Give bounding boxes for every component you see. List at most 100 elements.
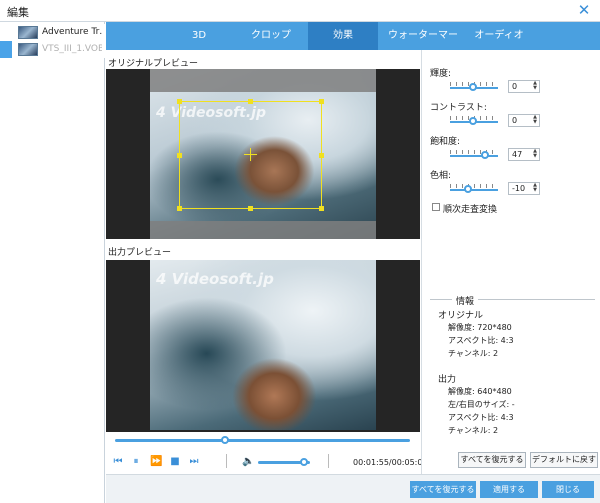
divider [430, 299, 452, 300]
skip-forward-icon[interactable]: ⏭ [188, 456, 200, 468]
slider-knob[interactable] [469, 117, 477, 125]
footer-restore-all-button[interactable]: すべてを復元する [410, 481, 476, 498]
seek-bar[interactable] [115, 439, 410, 442]
pause-icon[interactable]: ⏸ [130, 456, 142, 468]
window-title: 編集 [7, 6, 29, 19]
slider-knob[interactable] [481, 151, 489, 159]
tab-audio[interactable]: オーディオ [468, 22, 530, 50]
deinterlace-label: 順次走査変換 [443, 205, 498, 215]
stop-icon[interactable]: ■ [169, 456, 181, 468]
brightness-label: 輝度: [430, 69, 452, 79]
crop-handle[interactable] [319, 153, 324, 158]
tab-3d[interactable]: 3D [171, 22, 227, 50]
video-thumbnail [18, 26, 38, 39]
tab-bar: 3D クロップ 効果 ウォーターマーク オーディオ [106, 22, 600, 69]
crop-handle[interactable] [177, 206, 182, 211]
brightness-spinbox[interactable]: 0 ▲ ▼ [508, 80, 540, 93]
saturation-label: 飽和度: [430, 137, 461, 147]
crop-handle[interactable] [319, 99, 324, 104]
volume-thumb[interactable] [299, 458, 308, 466]
brightness-value: 0 [512, 82, 518, 91]
info-title: 情報 [454, 294, 477, 307]
info-output-channel: チャンネル: 2 [448, 426, 499, 435]
original-preview-label: オリジナルプレビュー [108, 59, 199, 69]
spin-arrows-icon[interactable]: ▲ ▼ [531, 115, 539, 126]
separator [226, 454, 227, 468]
info-output-title: 出力 [438, 375, 457, 385]
crop-mask-bottom [150, 221, 376, 239]
file-name: VTS_III_1.VOB [42, 44, 102, 54]
saturation-slider[interactable] [450, 148, 498, 162]
crop-handle[interactable] [319, 206, 324, 211]
slider-knob[interactable] [469, 83, 477, 91]
crop-handle[interactable] [248, 99, 253, 104]
saturation-spinbox[interactable]: 47 ▲ ▼ [508, 148, 540, 161]
contrast-label: コントラスト: [430, 103, 487, 113]
crop-handle[interactable] [177, 153, 182, 158]
hue-slider[interactable] [450, 182, 498, 196]
divider [478, 299, 595, 300]
info-original-channel: チャンネル: 2 [448, 349, 499, 358]
spin-arrows-icon[interactable]: ▲ ▼ [531, 81, 539, 92]
restore-all-button[interactable]: すべてを復元する [458, 452, 526, 468]
deinterlace-checkbox[interactable] [432, 203, 440, 211]
time-display: 00:01:55/00:05:07 [353, 458, 428, 467]
contrast-slider[interactable] [450, 114, 498, 128]
info-output-resolution: 解像度: 640*480 [448, 387, 512, 396]
info-original-aspect: アスペクト比: 4:3 [448, 336, 514, 345]
saturation-value: 47 [512, 150, 523, 159]
slider-track [450, 155, 498, 157]
hue-label: 色相: [430, 171, 452, 181]
title-bar: 編集 ✕ [0, 0, 600, 22]
info-output-aspect: アスペクト比: 4:3 [448, 413, 514, 422]
info-original-resolution: 解像度: 720*480 [448, 323, 512, 332]
selection-marker [0, 41, 12, 58]
original-video-frame: 4 Videosoft.jp [150, 69, 376, 239]
contrast-spinbox[interactable]: 0 ▲ ▼ [508, 114, 540, 127]
footer-bar: すべてを復元する 適用する 閉じる [106, 474, 600, 503]
effects-panel: 輝度: 0 ▲ ▼ コントラスト: 0 ▲ ▼ 飽和度: 47 ▲ ▼ 色相: -10… [421, 50, 600, 474]
separator [328, 454, 329, 468]
output-preview: 4 Videosoft.jp [106, 260, 420, 432]
file-list: Adventure Tr… VTS_III_1.VOB [0, 22, 105, 503]
crop-mask-top [150, 69, 376, 92]
file-name: Adventure Tr… [42, 27, 102, 37]
slider-knob[interactable] [464, 185, 472, 193]
volume-icon[interactable]: 🔈 [242, 456, 254, 468]
info-output-border: 左/右目のサイズ: - [448, 400, 515, 409]
slider-ticks [450, 184, 498, 188]
crop-handle[interactable] [248, 206, 253, 211]
playback-controls: ⏮ ⏸ ⏩ ■ ⏭ 🔈 00:01:55/00:05:07 [106, 432, 428, 474]
selection-marker [0, 24, 12, 41]
original-preview: 4 Videosoft.jp [106, 69, 420, 239]
tab-crop[interactable]: クロップ [241, 22, 301, 50]
watermark-text: 4 Videosoft.jp [156, 270, 274, 288]
seek-thumb[interactable] [221, 436, 230, 444]
crop-rectangle[interactable] [177, 99, 324, 211]
file-item[interactable]: VTS_III_1.VOB [0, 41, 105, 58]
restore-default-button[interactable]: デフォルトに戻す [530, 452, 598, 468]
info-original-title: オリジナル [438, 311, 484, 321]
hue-spinbox[interactable]: -10 ▲ ▼ [508, 182, 540, 195]
close-button[interactable]: 閉じる [542, 481, 594, 498]
close-icon[interactable]: ✕ [576, 2, 592, 18]
video-thumbnail [18, 43, 38, 56]
output-video-frame: 4 Videosoft.jp [150, 260, 376, 430]
spin-arrows-icon[interactable]: ▲ ▼ [531, 183, 539, 194]
slider-track [450, 189, 498, 191]
file-item[interactable]: Adventure Tr… [0, 24, 105, 41]
apply-button[interactable]: 適用する [480, 481, 538, 498]
crop-handle[interactable] [177, 99, 182, 104]
spin-arrows-icon[interactable]: ▲ ▼ [531, 149, 539, 160]
output-preview-label: 出力プレビュー [108, 248, 172, 258]
tab-effects[interactable]: 効果 [308, 22, 378, 50]
fast-forward-icon[interactable]: ⏩ [150, 456, 162, 468]
hue-value: -10 [512, 184, 526, 193]
tab-watermark[interactable]: ウォーターマーク [384, 22, 462, 69]
crosshair-icon [250, 148, 251, 161]
contrast-value: 0 [512, 116, 518, 125]
slider-ticks [450, 150, 498, 154]
skip-back-icon[interactable]: ⏮ [112, 456, 124, 468]
brightness-slider[interactable] [450, 80, 498, 94]
info-heading: 情報 [430, 294, 595, 307]
